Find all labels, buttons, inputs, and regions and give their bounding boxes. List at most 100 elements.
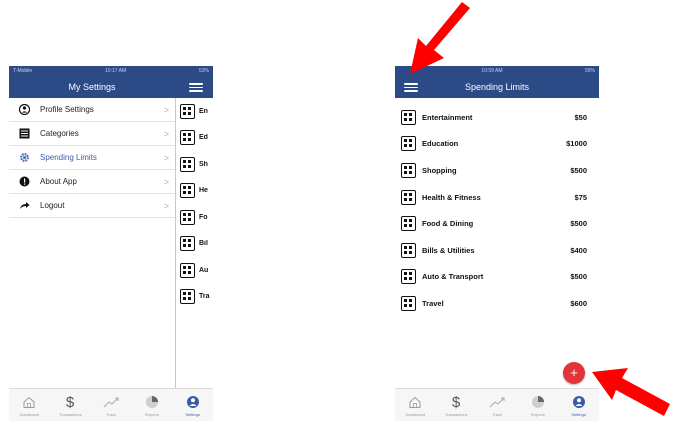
menu-item-categories[interactable]: Categories > <box>9 122 175 146</box>
list-item[interactable]: Bills & Utilities $400 <box>395 237 599 264</box>
list-item[interactable]: Fo <box>176 204 213 231</box>
category-icon <box>180 130 195 146</box>
limit-amount: $500 <box>570 165 587 175</box>
category-icon <box>401 242 416 258</box>
list-item[interactable]: Auto & Transport $500 <box>395 264 599 291</box>
menu-item-label: About App <box>40 177 77 186</box>
list-item[interactable]: Bil <box>176 231 213 258</box>
list-item-label: Bil <box>199 240 208 248</box>
svg-text:$: $ <box>452 394 461 410</box>
pie-icon <box>530 394 546 410</box>
tab-label: Transactions <box>58 412 82 417</box>
category-icon <box>401 162 416 178</box>
list-item-label: He <box>199 187 208 195</box>
user-circle-icon <box>19 104 30 115</box>
home-icon <box>21 394 37 410</box>
category-name: Entertainment <box>422 112 473 122</box>
category-name: Health & Fitness <box>422 192 481 202</box>
list-item-label: Ed <box>199 134 208 142</box>
category-icon <box>180 183 195 199</box>
tab-dashboard[interactable]: Dashboard <box>395 389 436 421</box>
category-name: Bills & Utilities <box>422 245 475 255</box>
category-icon <box>401 216 416 232</box>
annotation-arrow-top <box>410 2 470 74</box>
list-item-label: En <box>199 107 208 115</box>
menu-item-about-app[interactable]: About App > <box>9 170 175 194</box>
list-item[interactable]: Sh <box>176 151 213 178</box>
menu-item-label: Logout <box>40 201 65 210</box>
menu-item-spending-limits[interactable]: Spending Limits > <box>9 146 175 170</box>
pie-icon <box>144 394 160 410</box>
list-item[interactable]: Au <box>176 257 213 284</box>
list-item[interactable]: Health & Fitness $75 <box>395 184 599 211</box>
limit-amount: $600 <box>570 298 587 308</box>
tab-transactions[interactable]: $ Transactions <box>436 389 477 421</box>
menu-item-profile-settings[interactable]: Profile Settings > <box>9 98 175 122</box>
hamburger-menu-icon[interactable] <box>404 81 418 93</box>
list-item[interactable]: Tra <box>176 284 213 311</box>
hamburger-menu-icon[interactable] <box>189 81 203 93</box>
category-icon <box>401 295 416 311</box>
list-item[interactable]: Travel $600 <box>395 290 599 317</box>
menu-item-label: Profile Settings <box>40 105 94 114</box>
menu-item-logout[interactable]: Logout > <box>9 194 175 218</box>
chevron-right-icon: > <box>163 201 169 211</box>
menu-item-label: Spending Limits <box>40 153 97 162</box>
tab-reports[interactable]: Reports <box>517 389 558 421</box>
status-time: 10:17 AM <box>105 68 127 74</box>
tab-reports[interactable]: Reports <box>131 389 172 421</box>
chevron-right-icon: > <box>163 105 169 115</box>
tab-label: Dashboard <box>19 412 40 417</box>
tab-transactions[interactable]: $ Transactions <box>50 389 91 421</box>
status-time: 10:59 AM <box>481 68 503 74</box>
list-item[interactable]: Ed <box>176 125 213 152</box>
page-title: My Settings <box>68 82 116 92</box>
settings-menu: Profile Settings > Categories > Spending… <box>9 98 175 218</box>
list-item[interactable]: He <box>176 178 213 205</box>
category-icon <box>401 269 416 285</box>
category-icon <box>180 289 195 305</box>
list-item[interactable]: Food & Dining $500 <box>395 210 599 237</box>
list-icon <box>19 128 30 139</box>
list-item-label: Fo <box>199 213 208 221</box>
limit-amount: $1000 <box>566 139 587 149</box>
underlying-category-list: En Ed Sh He Fo Bil Au Tra <box>175 98 213 388</box>
tab-settings[interactable]: Settings <box>172 389 213 421</box>
limit-amount: $400 <box>570 245 587 255</box>
trend-icon <box>489 394 505 410</box>
category-name: Education <box>422 139 459 149</box>
bottom-tab-bar: Dashboard $ Transactions Track Reports S… <box>9 388 213 421</box>
category-icon <box>180 103 195 119</box>
list-item[interactable]: Education $1000 <box>395 131 599 158</box>
home-icon <box>407 394 423 410</box>
tab-track[interactable]: Track <box>91 389 132 421</box>
status-battery: 53% <box>198 68 209 74</box>
category-name: Food & Dining <box>422 219 474 229</box>
svg-text:$: $ <box>66 394 75 410</box>
category-name: Shopping <box>422 165 457 175</box>
add-limit-button[interactable]: + <box>563 362 585 384</box>
category-icon <box>180 156 195 172</box>
chevron-right-icon: > <box>163 177 169 187</box>
tab-label: Track <box>492 412 502 417</box>
tab-dashboard[interactable]: Dashboard <box>9 389 50 421</box>
annotation-arrow-bottom <box>592 368 670 416</box>
tab-label: Settings <box>185 412 200 417</box>
dollar-icon: $ <box>448 394 464 410</box>
category-icon <box>401 189 416 205</box>
tab-label: Dashboard <box>405 412 426 417</box>
list-item-label: Tra <box>199 293 210 301</box>
category-icon <box>401 136 416 152</box>
tab-label: Track <box>106 412 116 417</box>
limit-amount: $500 <box>570 272 587 282</box>
tab-label: Settings <box>571 412 586 417</box>
status-battery: 59% <box>584 68 595 74</box>
tab-track[interactable]: Track <box>477 389 518 421</box>
list-item[interactable]: En <box>176 98 213 125</box>
list-item[interactable]: Shopping $500 <box>395 157 599 184</box>
list-item[interactable]: Entertainment $50 <box>395 104 599 131</box>
dollar-icon: $ <box>62 394 78 410</box>
settings-user-icon <box>571 394 587 410</box>
status-carrier: T-Mobile <box>13 68 33 74</box>
tab-label: Transactions <box>444 412 468 417</box>
